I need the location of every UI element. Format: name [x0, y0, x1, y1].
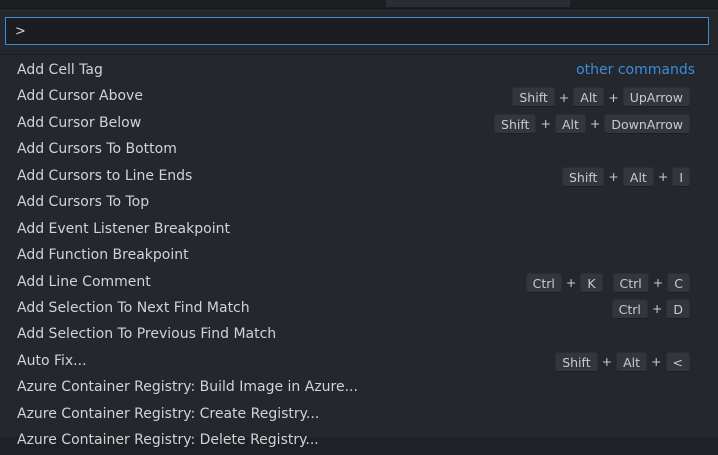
- keybinding: Shift + Alt + UpArrow: [512, 86, 690, 108]
- key-downarrow: DownArrow: [604, 113, 690, 134]
- key-plus-separator: +: [589, 116, 601, 132]
- key-plus-separator: +: [608, 89, 619, 105]
- command-item-azure-container-registry-delete-registry[interactable]: Azure Container Registry: Delete Registr…: [0, 428, 718, 454]
- command-label: Add Selection To Previous Find Match: [17, 326, 277, 343]
- command-label: Add Cursors to Line Ends: [17, 167, 193, 184]
- command-item-add-cursors-to-line-ends[interactable]: Add Cursors to Line Ends Shift + Alt + I: [0, 164, 718, 190]
- key-d: D: [666, 298, 690, 319]
- command-label: Add Selection To Next Find Match: [17, 299, 250, 316]
- key-alt: Alt: [622, 166, 654, 187]
- keybinding: Shift + Alt + I: [561, 166, 690, 188]
- key-plus-separator: +: [652, 275, 664, 290]
- key-shift: Shift: [512, 87, 555, 108]
- command-label: Add Cursors To Bottom: [17, 141, 177, 158]
- keybinding: Shift + Alt + DownArrow: [494, 113, 690, 135]
- active-tab-hint: [386, 0, 570, 7]
- key-plus-separator: +: [540, 116, 551, 132]
- command-label: Add Cursors To Top: [17, 194, 150, 211]
- command-label: Auto Fix...: [17, 352, 87, 369]
- command-label: Azure Container Registry: Delete Registr…: [17, 432, 319, 449]
- command-input[interactable]: [6, 18, 708, 44]
- key-plus-separator: +: [651, 301, 663, 317]
- key-ctrl: Ctrl: [525, 272, 562, 293]
- key-c: C: [667, 272, 690, 293]
- command-label: Add Function Breakpoint: [17, 247, 189, 264]
- key-plus-separator: +: [651, 354, 662, 370]
- command-item-add-cursor-below[interactable]: Add Cursor Below Shift + Alt + DownArrow: [0, 111, 718, 137]
- key-less-than: <: [665, 351, 690, 372]
- command-item-azure-container-registry-create-registry[interactable]: Azure Container Registry: Create Registr…: [0, 402, 718, 428]
- command-label: Azure Container Registry: Create Registr…: [17, 405, 320, 422]
- command-item-add-line-comment[interactable]: Add Line Comment Ctrl + K Ctrl + C: [0, 270, 718, 296]
- command-item-add-cursors-to-top[interactable]: Add Cursors To Top: [0, 190, 718, 216]
- command-palette: Add Cell Tag other commands Add Cursor Abo…: [0, 10, 718, 448]
- command-item-add-selection-to-previous-find-match[interactable]: Add Selection To Previous Find Match: [0, 322, 718, 348]
- key-uparrow: UpArrow: [622, 87, 690, 108]
- key-plus-separator: +: [608, 169, 619, 185]
- key-plus-separator: +: [601, 354, 613, 370]
- key-shift: Shift: [494, 113, 537, 134]
- palette-divider: [0, 54, 718, 55]
- other-commands-link[interactable]: other commands: [576, 62, 695, 78]
- command-item-add-function-breakpoint[interactable]: Add Function Breakpoint: [0, 243, 718, 269]
- key-shift: Shift: [561, 166, 605, 187]
- command-item-add-cursors-to-bottom[interactable]: Add Cursors To Bottom: [0, 137, 718, 163]
- command-label: Azure Container Registry: Build Image in…: [17, 379, 358, 396]
- keybinding: Ctrl + D: [611, 298, 690, 320]
- key-shift: Shift: [555, 351, 598, 372]
- key-k: K: [580, 272, 603, 293]
- key-ctrl: Ctrl: [612, 272, 649, 293]
- command-label: Add Cursor Below: [17, 114, 142, 131]
- key-plus-separator: +: [657, 169, 669, 185]
- command-list: Add Cell Tag other commands Add Cursor Abo…: [0, 58, 718, 455]
- keybinding: Shift + Alt + <: [555, 351, 690, 373]
- command-input-box[interactable]: [5, 17, 709, 45]
- command-label: Add Cell Tag: [17, 62, 103, 78]
- key-ctrl: Ctrl: [611, 298, 648, 319]
- command-label: Add Cursor Above: [17, 88, 143, 105]
- command-item-add-selection-to-next-find-match[interactable]: Add Selection To Next Find Match Ctrl + D: [0, 296, 718, 322]
- key-alt: Alt: [616, 351, 648, 372]
- command-label: Add Event Listener Breakpoint: [17, 220, 230, 237]
- command-item-add-cell-tag[interactable]: Add Cell Tag other commands: [0, 58, 718, 84]
- editor-tab-strip: [0, 0, 718, 10]
- command-item-add-cursor-above[interactable]: Add Cursor Above Shift + Alt + UpArrow: [0, 84, 718, 110]
- command-item-auto-fix[interactable]: Auto Fix... Shift + Alt + <: [0, 349, 718, 375]
- key-alt: Alt: [554, 113, 586, 134]
- key-alt: Alt: [573, 87, 605, 108]
- key-plus-separator: +: [558, 89, 570, 105]
- command-item-azure-container-registry-build-image-in-azure[interactable]: Azure Container Registry: Build Image in…: [0, 375, 718, 401]
- key-plus-separator: +: [565, 275, 577, 290]
- key-i: I: [672, 166, 690, 187]
- keybinding: Ctrl + K Ctrl + C: [525, 272, 690, 294]
- command-label: Add Line Comment: [17, 273, 151, 290]
- command-item-add-event-listener-breakpoint[interactable]: Add Event Listener Breakpoint: [0, 217, 718, 243]
